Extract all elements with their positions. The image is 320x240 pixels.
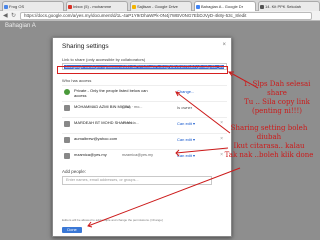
tab-label: Inbox (5) - mohamme (73, 4, 112, 9)
visibility-text: Private - Only the people listed below c… (74, 88, 148, 98)
permission-dropdown[interactable]: Can edit ▾ (177, 153, 195, 158)
permission-dropdown[interactable]: Can edit ▾ (177, 121, 195, 126)
collaborator-name: aumalbrew@yahoo.com (74, 136, 118, 141)
user-avatar-icon (64, 121, 70, 127)
annotation-line: Ikut citarasa.. kalau (233, 142, 305, 150)
annotation-copy-link: 1. Slps Dah selesai share Tu .. Sila cop… (234, 80, 320, 116)
tab-kit-ppk[interactable]: 14. Kit PPK Sekolah (258, 1, 320, 11)
tab-label: Frog OS (9, 4, 25, 9)
tab-bar: Frog OS Inbox (5) - mohamme Sajlisan - G… (0, 0, 320, 11)
access-row-owner: MOHAMMAD AZMI BIN MIOBA (you) · mo... Is… (62, 101, 227, 114)
user-avatar-icon (64, 137, 70, 143)
collaborator-email: mzamica@yes.my (122, 153, 154, 157)
tab-bahagian-a[interactable]: Bahagian A - Google Dr (194, 1, 256, 11)
annotation-line: Tak nak ..boleh klik done (224, 151, 314, 159)
user-avatar-icon (64, 153, 70, 159)
frog-os-favicon-icon (4, 5, 8, 9)
page-favicon-icon (260, 5, 264, 9)
access-row-visibility: Private - Only the people listed below c… (62, 85, 227, 98)
address-bar: ◀ ↻ https://docs.google.com/a/yes.my/doc… (0, 11, 320, 21)
tab-label: 14. Kit PPK Sekolah (265, 4, 302, 9)
annotation-line: 1. Slps Dah selesai share (243, 80, 311, 97)
annotation-line: Sharing setting boleh diubah (230, 124, 308, 141)
url-input[interactable]: https://docs.google.com/a/yes.my/documen… (20, 12, 312, 20)
dialog-title: Sharing settings (62, 43, 109, 50)
annotation-sharing-setting: Sharing setting boleh diubah Ikut citara… (218, 124, 320, 160)
reload-icon[interactable]: ↻ (11, 13, 16, 19)
gmail-favicon-icon (68, 5, 72, 9)
close-icon[interactable]: × (222, 42, 226, 48)
add-people-input[interactable]: Enter names, email addresses, or groups.… (62, 176, 212, 185)
user-avatar-icon (64, 105, 70, 111)
back-arrow-icon[interactable]: ◀ (3, 13, 8, 19)
link-label: Link to share (only accessible by collab… (62, 57, 146, 62)
docs-favicon-icon (196, 5, 200, 9)
annotation-line: Tu .. Sila copy link (244, 98, 310, 106)
tab-label: Sajlisan - Google Drive (137, 4, 178, 9)
globe-icon (64, 89, 70, 95)
access-row-collaborator: aumalbrew@yahoo.com Can edit ▾ × (62, 133, 227, 146)
collaborator-name: MARDEAH BT MOHD SHAFIAN (74, 120, 132, 125)
tab-label: Bahagian A - Google Dr (201, 4, 244, 9)
add-people-label: Add people: (62, 169, 87, 174)
annotation-line: (penting ni!!!) (251, 107, 303, 115)
link-highlight-box (57, 66, 228, 74)
who-has-access-label: Who has access (62, 78, 92, 83)
collaborator-email: (you) · mo... (122, 105, 143, 109)
tab-inbox[interactable]: Inbox (5) - mohamme (66, 1, 128, 11)
drive-favicon-icon (132, 5, 136, 9)
done-button[interactable]: Done (62, 227, 82, 233)
tab-google-drive[interactable]: Sajlisan - Google Drive (130, 1, 192, 11)
permission-dropdown[interactable]: Can edit ▾ (177, 137, 195, 142)
editor-permission-notice: Editors will be allowed to add people an… (62, 218, 163, 222)
access-row-collaborator: MARDEAH BT MOHD SHAFIAN mmmda... Can edi… (62, 117, 227, 130)
change-visibility-link[interactable]: Change... (177, 89, 194, 94)
document-title: Bahagian A (5, 23, 36, 29)
permission-label: Is owner (177, 105, 193, 110)
collaborator-email: mmmda... (122, 121, 139, 125)
tab-frog-os[interactable]: Frog OS (2, 1, 64, 11)
access-row-collaborator: mzamica@yes.my mzamica@yes.my Can edit ▾… (62, 149, 227, 162)
